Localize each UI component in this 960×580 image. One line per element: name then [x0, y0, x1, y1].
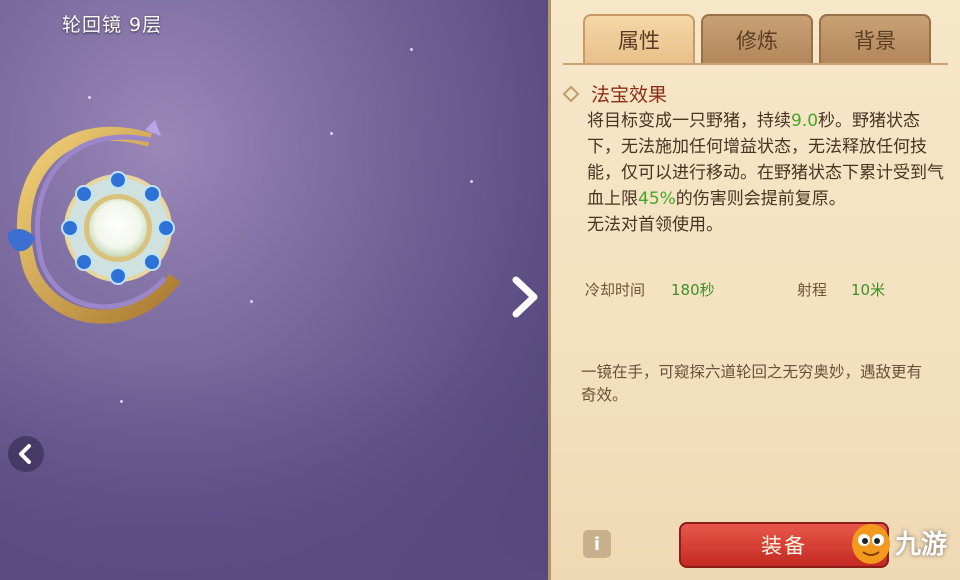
effect-description: 将目标变成一只野猪，持续9.0秒。野猪状态下，无法施加任何增益状态，无法释放任何…: [587, 111, 944, 235]
artifact-image: [7, 120, 181, 324]
boss-restriction-text: 无法对首领使用。: [587, 215, 723, 235]
tab-cultivation[interactable]: 修炼: [701, 14, 813, 64]
effect-section-header: 法宝效果: [562, 80, 668, 107]
duration-value: 9.0: [791, 111, 819, 131]
detail-panel: 属性 修炼 背景 法宝效果 将目标变成一只野猪，持续9.0秒。野猪状态下，无法施…: [548, 0, 960, 580]
diamond-icon: [562, 85, 580, 102]
effect-section-title: 法宝效果: [591, 84, 668, 106]
hp-threshold-value: 45%: [638, 189, 676, 209]
tab-attributes[interactable]: 属性: [583, 14, 695, 64]
range-value: 10米: [851, 281, 886, 299]
prev-item-button[interactable]: [8, 436, 44, 472]
info-icon[interactable]: i: [583, 530, 611, 558]
item-title: 轮回镜 9层: [62, 14, 163, 36]
next-item-chevron-right-icon[interactable]: [504, 272, 544, 322]
tab-divider: [563, 63, 948, 65]
tab-background[interactable]: 背景: [819, 14, 931, 64]
watermark-logo: 九游: [849, 512, 960, 572]
item-preview-stage: 轮回镜 9层: [0, 0, 548, 580]
flavor-text: 一镜在手，可窥探六道轮回之无穷奥妙，遇敌更有奇效。: [581, 363, 923, 404]
chevron-left-icon: [19, 444, 31, 464]
stats-row: 冷却时间 180秒 射程 10米: [585, 279, 945, 303]
watermark-text: 九游: [895, 529, 948, 560]
range-label: 射程: [797, 281, 828, 299]
cooldown-value: 180秒: [671, 281, 715, 299]
mascot-icon: [852, 524, 890, 564]
cooldown-label: 冷却时间: [585, 281, 646, 299]
